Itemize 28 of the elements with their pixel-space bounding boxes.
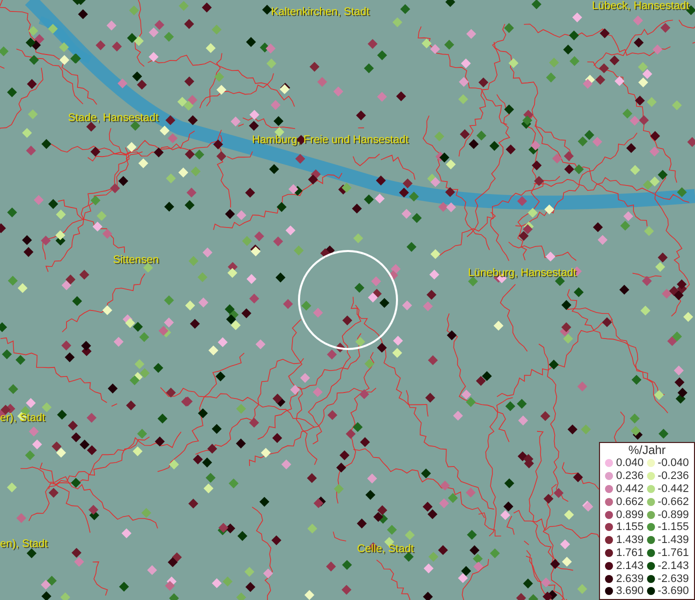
legend-label: -3.690 bbox=[658, 585, 689, 598]
legend-label: 2.143 bbox=[616, 560, 644, 572]
legend-label: 0.899 bbox=[616, 508, 644, 521]
place-label: Lübeck, Hansestadt bbox=[592, 0, 690, 12]
legend-label: -0.662 bbox=[658, 496, 689, 508]
legend-label: -1.761 bbox=[658, 546, 689, 559]
legend-label: 0.040 bbox=[616, 457, 644, 470]
legend-title: %/Jahr bbox=[628, 443, 666, 457]
legend-label: -0.899 bbox=[658, 508, 689, 521]
legend-label: 1.439 bbox=[616, 534, 644, 546]
legend-label: 0.662 bbox=[616, 496, 644, 508]
place-label: en), Stadt bbox=[0, 538, 48, 550]
legend-label: -2.143 bbox=[658, 560, 689, 572]
place-label: Kaltenkirchen, Stadt bbox=[271, 6, 370, 18]
legend-label: -0.040 bbox=[658, 457, 689, 470]
legend-label: 3.690 bbox=[616, 585, 644, 598]
legend-label: -0.442 bbox=[658, 482, 689, 495]
legend-label: 1.761 bbox=[616, 546, 644, 559]
legend-label: -2.639 bbox=[658, 572, 689, 585]
legend-label: -1.155 bbox=[658, 521, 689, 534]
legend-label: 0.442 bbox=[616, 482, 644, 495]
place-label: Sittensen bbox=[113, 254, 159, 266]
legend-label: -0.236 bbox=[658, 470, 689, 482]
legend-label: -1.439 bbox=[658, 534, 689, 546]
legend-label: 2.639 bbox=[616, 572, 644, 585]
legend-label: 0.236 bbox=[616, 470, 644, 482]
place-label: Stade, Hansestadt bbox=[68, 112, 159, 124]
legend-label: 1.155 bbox=[616, 521, 644, 534]
